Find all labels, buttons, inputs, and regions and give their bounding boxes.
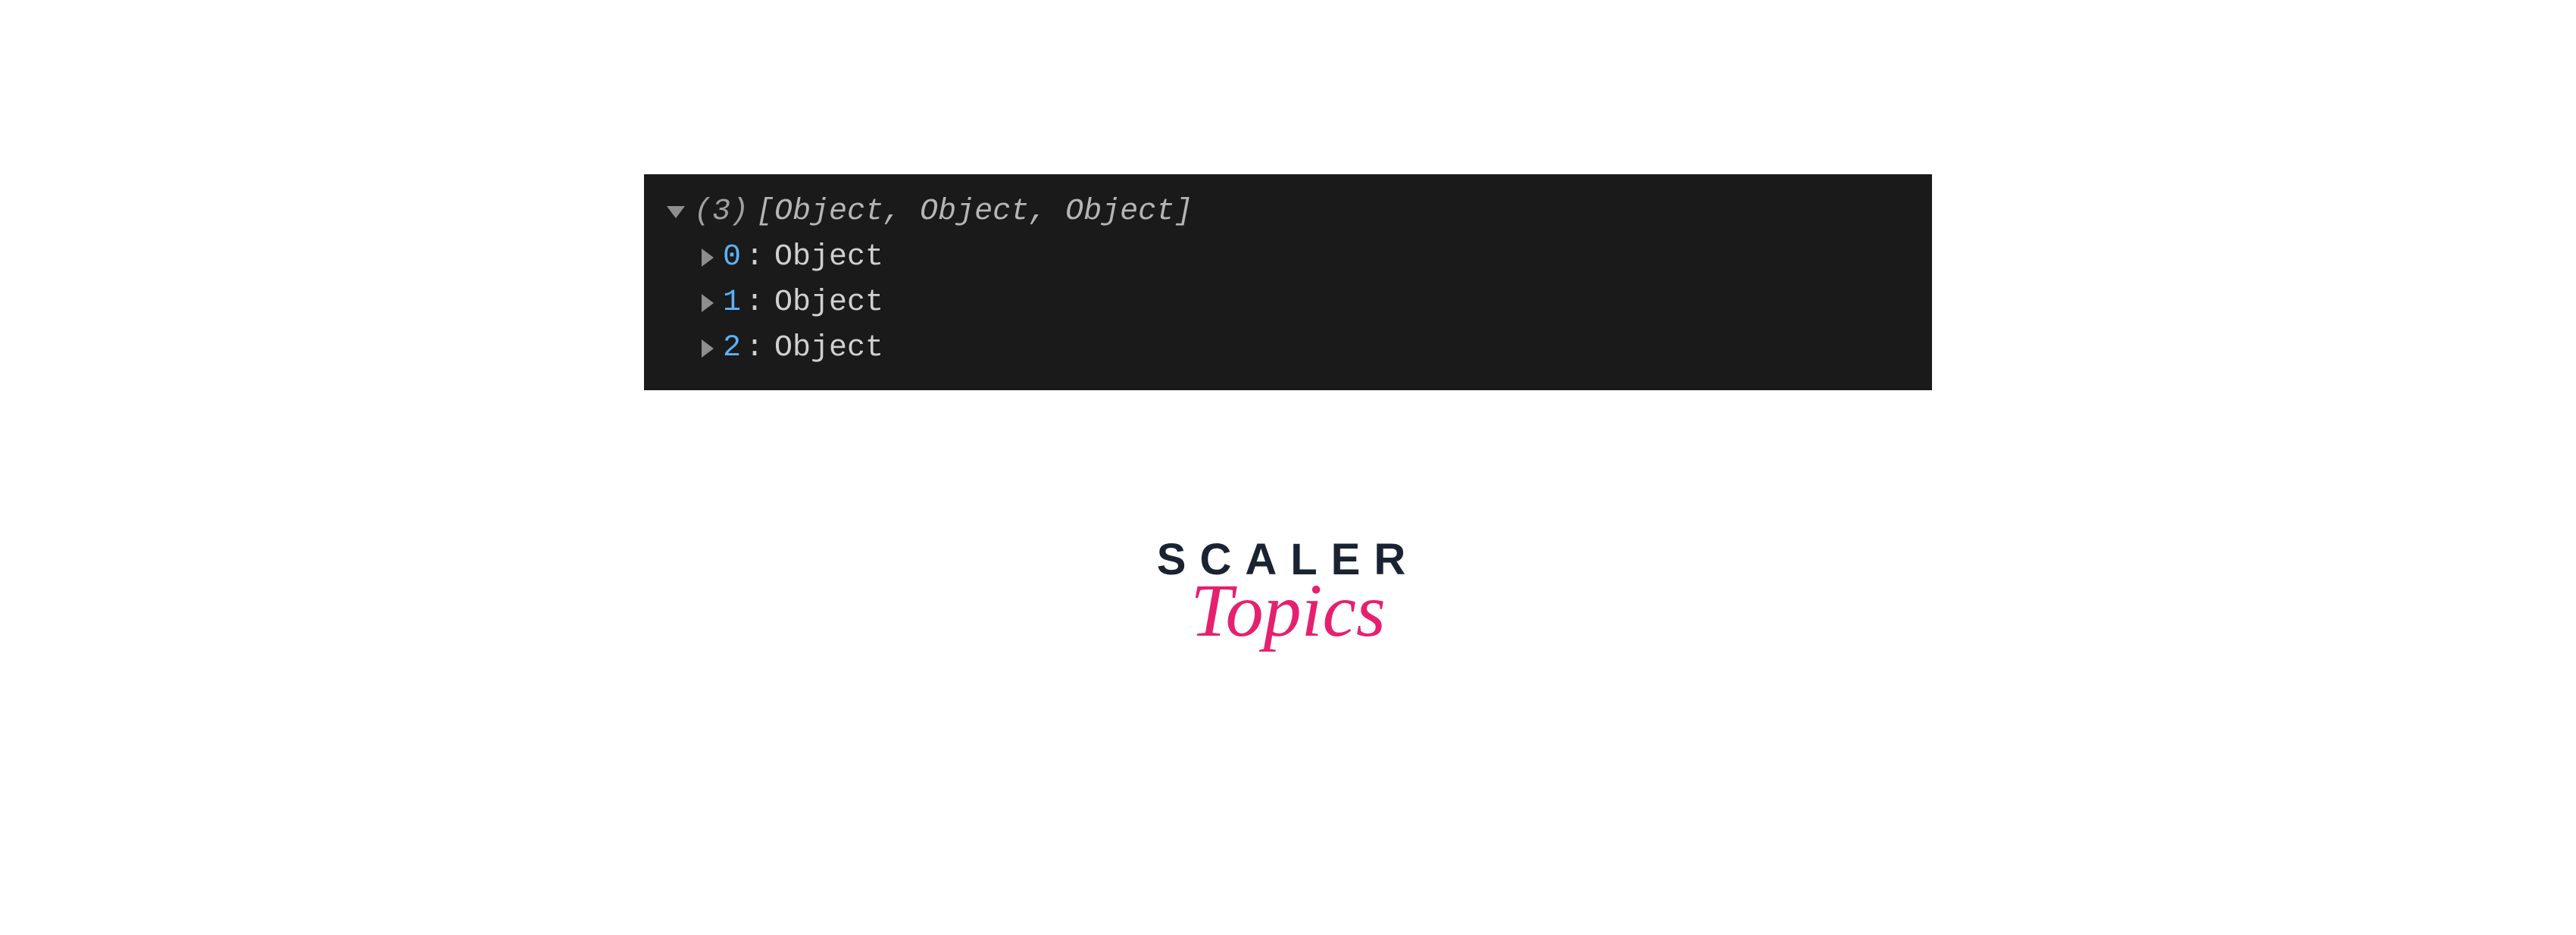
array-index: 2 — [723, 326, 741, 371]
array-value: Object — [774, 280, 883, 326]
array-value: Object — [774, 235, 883, 280]
chevron-right-icon[interactable] — [702, 294, 714, 312]
console-item-row[interactable]: 1: Object — [667, 280, 1909, 326]
array-count: (3) — [694, 189, 749, 235]
colon-separator: : — [746, 235, 764, 280]
chevron-right-icon[interactable] — [702, 339, 714, 358]
array-index: 1 — [723, 280, 741, 326]
console-output-panel: (3) [Object, Object, Object] 0: Object 1… — [644, 174, 1932, 390]
array-value: Object — [774, 326, 883, 371]
colon-separator: : — [746, 280, 764, 326]
logo-text-topics: Topics — [1190, 567, 1386, 654]
console-item-row[interactable]: 0: Object — [667, 235, 1909, 280]
brand-logo: SCALER Topics — [1157, 534, 1419, 654]
colon-separator: : — [746, 326, 764, 371]
array-index: 0 — [723, 235, 741, 280]
chevron-right-icon[interactable] — [702, 249, 714, 267]
console-item-row[interactable]: 2: Object — [667, 326, 1909, 371]
chevron-down-icon[interactable] — [667, 206, 685, 218]
array-preview: [Object, Object, Object] — [756, 189, 1193, 235]
console-root-row[interactable]: (3) [Object, Object, Object] — [667, 189, 1909, 235]
